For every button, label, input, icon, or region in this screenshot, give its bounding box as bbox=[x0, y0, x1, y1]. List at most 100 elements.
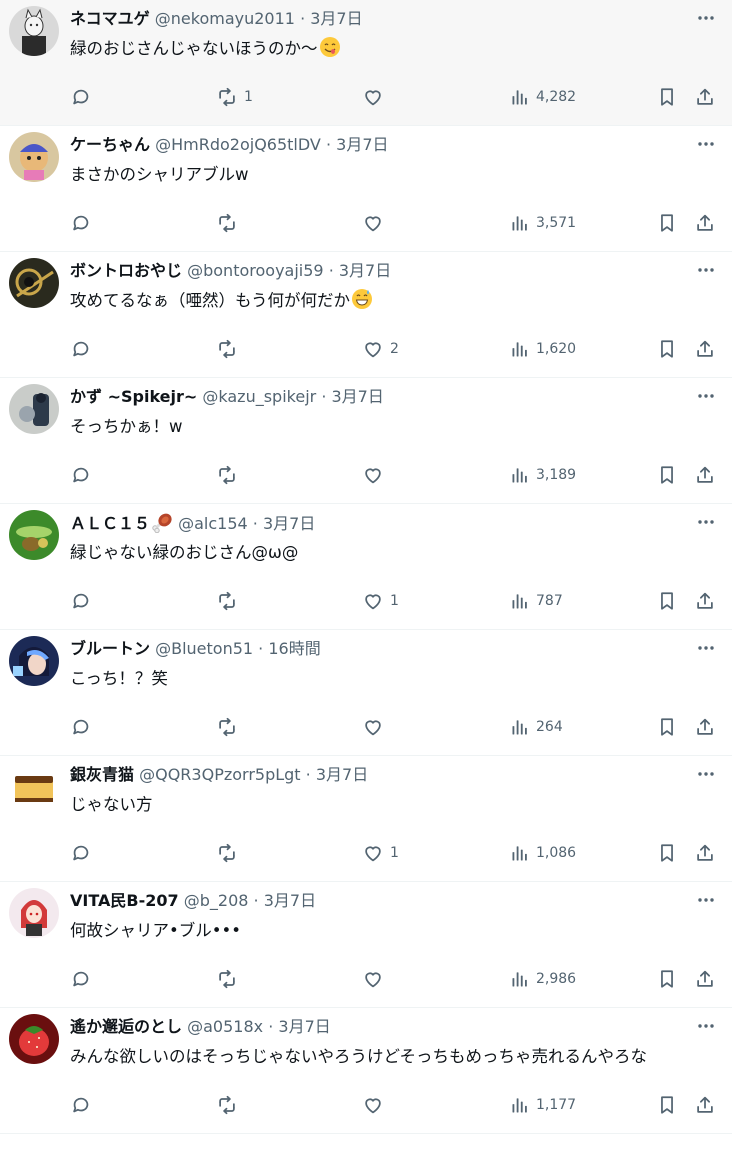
reply-tweet[interactable]: 遙か邂逅のとし @a0518x · 3月7日 みんな欲しいのはそっちじゃないやろ… bbox=[0, 1008, 732, 1134]
retweet-button[interactable] bbox=[216, 967, 244, 991]
reply-tweet[interactable]: ブルートン @Blueton51 · 16時間 こっち！？笑 264 bbox=[0, 630, 732, 756]
display-name[interactable]: ブルートン bbox=[70, 639, 150, 658]
user-handle[interactable]: @kazu_spikejr bbox=[202, 387, 316, 406]
more-options-icon[interactable] bbox=[696, 8, 716, 28]
reply-button[interactable] bbox=[70, 841, 98, 865]
user-handle[interactable]: @QQR3QPzorr5pLgt bbox=[139, 765, 300, 784]
user-handle[interactable]: @b_208 bbox=[184, 891, 249, 910]
user-handle[interactable]: @a0518x bbox=[187, 1017, 263, 1036]
bookmark-button[interactable] bbox=[656, 589, 678, 613]
user-handle[interactable]: @HmRdo2ojQ65tlDV bbox=[155, 135, 321, 154]
avatar[interactable] bbox=[9, 384, 59, 434]
display-name[interactable]: かず ~Spikejr~ bbox=[70, 387, 197, 406]
reply-tweet[interactable]: ネコマユゲ @nekomayu2011 · 3月7日 緑のおじさんじゃないほうの… bbox=[0, 0, 732, 126]
like-button[interactable] bbox=[362, 715, 390, 739]
bookmark-button[interactable] bbox=[656, 715, 678, 739]
timestamp[interactable]: 3月7日 bbox=[336, 135, 388, 154]
user-handle[interactable]: @alc154 bbox=[178, 514, 248, 533]
like-button[interactable]: 1 bbox=[362, 841, 399, 865]
like-button[interactable]: 2 bbox=[362, 337, 399, 361]
bookmark-button[interactable] bbox=[656, 463, 678, 487]
user-handle[interactable]: @nekomayu2011 bbox=[155, 9, 295, 28]
timestamp[interactable]: 3月7日 bbox=[339, 261, 391, 280]
retweet-button[interactable] bbox=[216, 1093, 244, 1117]
views-button[interactable]: 4,282 bbox=[510, 85, 576, 109]
timestamp[interactable]: 16時間 bbox=[268, 639, 320, 658]
bookmark-button[interactable] bbox=[656, 841, 678, 865]
avatar[interactable] bbox=[9, 510, 59, 560]
reply-button[interactable] bbox=[70, 211, 98, 235]
reply-tweet[interactable]: かず ~Spikejr~ @kazu_spikejr · 3月7日 そっちかぁ！… bbox=[0, 378, 732, 504]
display-name[interactable]: ネコマユゲ bbox=[70, 9, 150, 28]
reply-button[interactable] bbox=[70, 715, 98, 739]
share-button[interactable] bbox=[694, 463, 716, 487]
display-name[interactable]: ケーちゃん bbox=[70, 135, 150, 154]
reply-tweet[interactable]: VITA民B-207 @b_208 · 3月7日 何故シャリア•ブル••• 2,… bbox=[0, 882, 732, 1008]
views-button[interactable]: 1,177 bbox=[510, 1093, 576, 1117]
views-button[interactable]: 1,086 bbox=[510, 841, 576, 865]
share-button[interactable] bbox=[694, 85, 716, 109]
reply-button[interactable] bbox=[70, 85, 98, 109]
display-name[interactable]: ボントロおやじ bbox=[70, 261, 182, 280]
more-options-icon[interactable] bbox=[696, 764, 716, 784]
like-button[interactable] bbox=[362, 967, 390, 991]
more-options-icon[interactable] bbox=[696, 134, 716, 154]
timestamp[interactable]: 3月7日 bbox=[332, 387, 384, 406]
more-options-icon[interactable] bbox=[696, 260, 716, 280]
share-button[interactable] bbox=[694, 589, 716, 613]
avatar[interactable] bbox=[9, 258, 59, 308]
timestamp[interactable]: 3月7日 bbox=[310, 9, 362, 28]
bookmark-button[interactable] bbox=[656, 967, 678, 991]
views-button[interactable]: 787 bbox=[510, 589, 563, 613]
more-options-icon[interactable] bbox=[696, 512, 716, 532]
retweet-button[interactable] bbox=[216, 211, 244, 235]
more-options-icon[interactable] bbox=[696, 386, 716, 406]
display-name[interactable]: 遙か邂逅のとし bbox=[70, 1017, 182, 1036]
retweet-button[interactable] bbox=[216, 337, 244, 361]
bookmark-button[interactable] bbox=[656, 211, 678, 235]
display-name[interactable]: ＡＬＣ１５ bbox=[70, 514, 150, 533]
share-button[interactable] bbox=[694, 1093, 716, 1117]
share-button[interactable] bbox=[694, 211, 716, 235]
reply-tweet[interactable]: ケーちゃん @HmRdo2ojQ65tlDV · 3月7日 まさかのシャリアブル… bbox=[0, 126, 732, 252]
reply-tweet[interactable]: ＡＬＣ１５ @alc154 · 3月7日 緑じゃない緑のおじさん@ω@ 1 78… bbox=[0, 504, 732, 630]
views-button[interactable]: 1,620 bbox=[510, 337, 576, 361]
retweet-button[interactable] bbox=[216, 715, 244, 739]
like-button[interactable]: 1 bbox=[362, 589, 399, 613]
avatar[interactable] bbox=[9, 762, 59, 812]
like-button[interactable] bbox=[362, 1093, 390, 1117]
like-button[interactable] bbox=[362, 211, 390, 235]
avatar[interactable] bbox=[9, 132, 59, 182]
share-button[interactable] bbox=[694, 841, 716, 865]
retweet-button[interactable] bbox=[216, 463, 244, 487]
timestamp[interactable]: 3月7日 bbox=[278, 1017, 330, 1036]
avatar[interactable] bbox=[9, 6, 59, 56]
like-button[interactable] bbox=[362, 85, 390, 109]
avatar[interactable] bbox=[9, 636, 59, 686]
timestamp[interactable]: 3月7日 bbox=[316, 765, 368, 784]
more-options-icon[interactable] bbox=[696, 1016, 716, 1036]
bookmark-button[interactable] bbox=[656, 85, 678, 109]
reply-button[interactable] bbox=[70, 463, 98, 487]
display-name[interactable]: 銀灰青猫 bbox=[70, 765, 134, 784]
reply-button[interactable] bbox=[70, 589, 98, 613]
share-button[interactable] bbox=[694, 967, 716, 991]
views-button[interactable]: 3,571 bbox=[510, 211, 576, 235]
views-button[interactable]: 264 bbox=[510, 715, 563, 739]
user-handle[interactable]: @bontorooyaji59 bbox=[187, 261, 323, 280]
reply-button[interactable] bbox=[70, 337, 98, 361]
reply-button[interactable] bbox=[70, 1093, 98, 1117]
user-handle[interactable]: @Blueton51 bbox=[155, 639, 253, 658]
display-name[interactable]: VITA民B-207 bbox=[70, 891, 179, 910]
more-options-icon[interactable] bbox=[696, 638, 716, 658]
reply-tweet[interactable]: 銀灰青猫 @QQR3QPzorr5pLgt · 3月7日 じゃない方 1 1,0… bbox=[0, 756, 732, 882]
timestamp[interactable]: 3月7日 bbox=[264, 891, 316, 910]
retweet-button[interactable] bbox=[216, 589, 244, 613]
reply-tweet[interactable]: ボントロおやじ @bontorooyaji59 · 3月7日 攻めてるなぁ（唖然… bbox=[0, 252, 732, 378]
like-button[interactable] bbox=[362, 463, 390, 487]
bookmark-button[interactable] bbox=[656, 1093, 678, 1117]
avatar[interactable] bbox=[9, 888, 59, 938]
bookmark-button[interactable] bbox=[656, 337, 678, 361]
share-button[interactable] bbox=[694, 715, 716, 739]
retweet-button[interactable]: 1 bbox=[216, 85, 253, 109]
